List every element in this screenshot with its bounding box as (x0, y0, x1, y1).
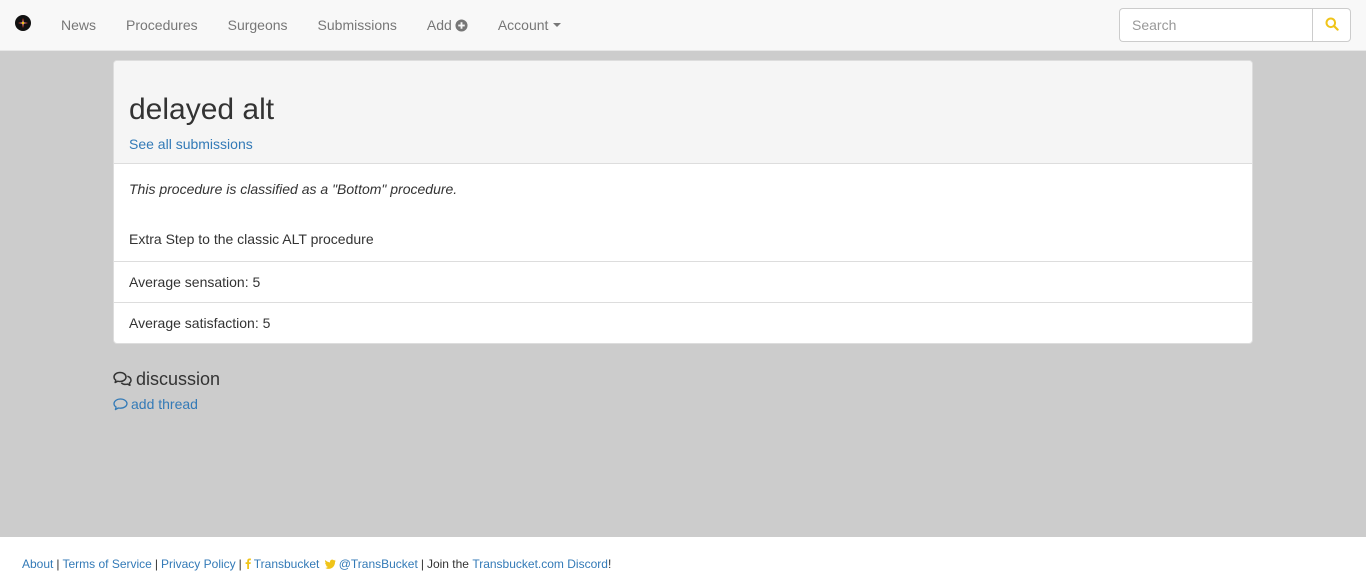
list-item-satisfaction: Average satisfaction: 5 (114, 303, 1252, 343)
add-thread-link[interactable]: add thread (113, 396, 220, 412)
procedure-classification: This procedure is classified as a "Botto… (129, 181, 458, 197)
footer-facebook-link[interactable]: Transbucket (245, 557, 319, 572)
panel-heading: delayed alt See all submissions (114, 61, 1252, 164)
footer-twitter-link[interactable]: @TransBucket (324, 557, 418, 572)
brand-logo-icon[interactable] (15, 15, 31, 31)
footer-join-suffix: ! (607, 557, 612, 571)
footer-privacy-link[interactable]: Privacy Policy (161, 557, 236, 571)
discussion-section: discussion add thread (113, 368, 220, 412)
nav-item-submissions[interactable]: Submissions (303, 0, 412, 50)
plus-circle-icon (455, 18, 468, 32)
average-sensation: Average sensation: 5 (129, 274, 261, 290)
twitter-icon (324, 558, 336, 572)
procedure-description: Extra Step to the classic ALT procedure (129, 231, 374, 247)
search-icon (1325, 17, 1339, 34)
average-satisfaction: Average satisfaction: 5 (129, 315, 271, 331)
comment-icon (113, 397, 128, 411)
list-item-description: This procedure is classified as a "Botto… (114, 164, 1252, 262)
nav-item-surgeons[interactable]: Surgeons (213, 0, 303, 50)
list-item-sensation: Average sensation: 5 (114, 262, 1252, 303)
search-form (1119, 8, 1351, 42)
see-all-submissions-link[interactable]: See all submissions (129, 136, 253, 152)
nav-item-add[interactable]: Add (412, 0, 483, 50)
nav-item-account[interactable]: Account (483, 0, 577, 50)
nav-item-news[interactable]: News (46, 0, 111, 50)
procedure-panel: delayed alt See all submissions This pro… (113, 60, 1253, 344)
footer-discord-link[interactable]: Transbucket.com Discord (472, 557, 608, 571)
footer-terms-link[interactable]: Terms of Service (62, 557, 151, 571)
discussion-heading: discussion (113, 368, 220, 390)
facebook-icon (245, 558, 251, 572)
footer-join-text: Join the (426, 557, 469, 571)
page-footer: About | Terms of Service | Privacy Policy | Tr… (0, 537, 1366, 587)
top-navbar: News Procedures Surgeons Submissions Add… (0, 0, 1366, 51)
search-button[interactable] (1312, 8, 1351, 42)
footer-about-link[interactable]: About (22, 557, 53, 571)
search-input[interactable] (1119, 8, 1312, 42)
nav-item-procedures[interactable]: Procedures (111, 0, 213, 50)
main-nav: News Procedures Surgeons Submissions Add… (46, 0, 576, 50)
page-title: delayed alt (129, 93, 275, 126)
comments-icon (113, 371, 132, 387)
caret-down-icon (553, 23, 562, 27)
